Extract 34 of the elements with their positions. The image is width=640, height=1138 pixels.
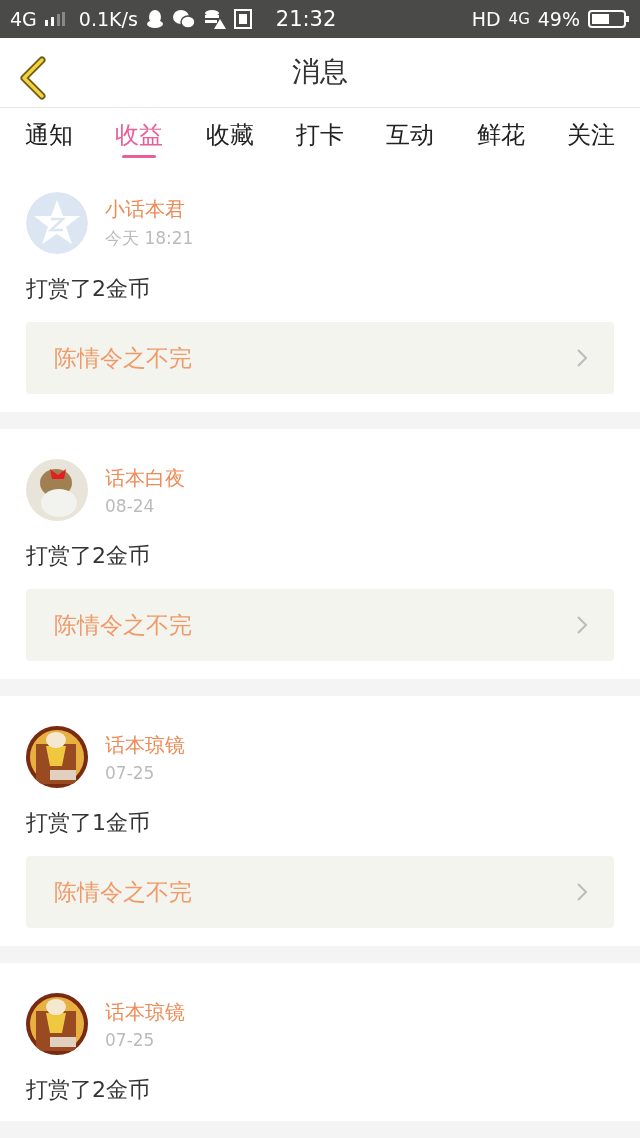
user-name: 话本琼镜 [105, 731, 185, 759]
back-icon[interactable] [18, 55, 48, 100]
tab[interactable]: 鲜花 [470, 108, 531, 162]
battery-icon [588, 8, 630, 29]
user-name: 小话本君 [105, 196, 186, 223]
chevron-right-icon [576, 615, 588, 635]
message-text: 打赏了2金币 [26, 276, 151, 302]
battery-percent: 49% [537, 7, 580, 30]
message-time: 07-25 [105, 762, 156, 783]
chevron-right-icon [576, 882, 588, 902]
message-text: 打赏了2金币 [26, 1077, 151, 1103]
chevron-right-icon [576, 348, 588, 368]
message-text: 打赏了1金币 [26, 810, 151, 836]
speed-label: 0.1K/s [78, 7, 138, 30]
signal-icon [44, 11, 65, 26]
tab[interactable]: 通知 [19, 108, 80, 162]
user-name: 话本白夜 [105, 464, 185, 492]
message-time: 07-25 [105, 1029, 156, 1050]
sim-icon [233, 8, 252, 29]
message-time: 08-24 [105, 495, 156, 516]
page-title: 消息 [292, 54, 348, 91]
tab[interactable]: 关注 [560, 108, 621, 162]
tab[interactable]: 互动 [380, 108, 441, 162]
default-avatar-icon [26, 192, 88, 254]
message-time: 今天 18:21 [105, 227, 194, 250]
chat-icon [171, 8, 196, 29]
hd-label: HD [471, 7, 501, 30]
message-text: 打赏了2金币 [26, 543, 151, 569]
user-name: 话本琼镜 [105, 998, 185, 1026]
tab[interactable]: 收藏 [199, 108, 260, 162]
tab[interactable]: 打卡 [290, 108, 350, 162]
network-label: 4G [508, 9, 530, 28]
clock: 21:32 [275, 6, 337, 31]
network-label: 4G [10, 7, 37, 30]
